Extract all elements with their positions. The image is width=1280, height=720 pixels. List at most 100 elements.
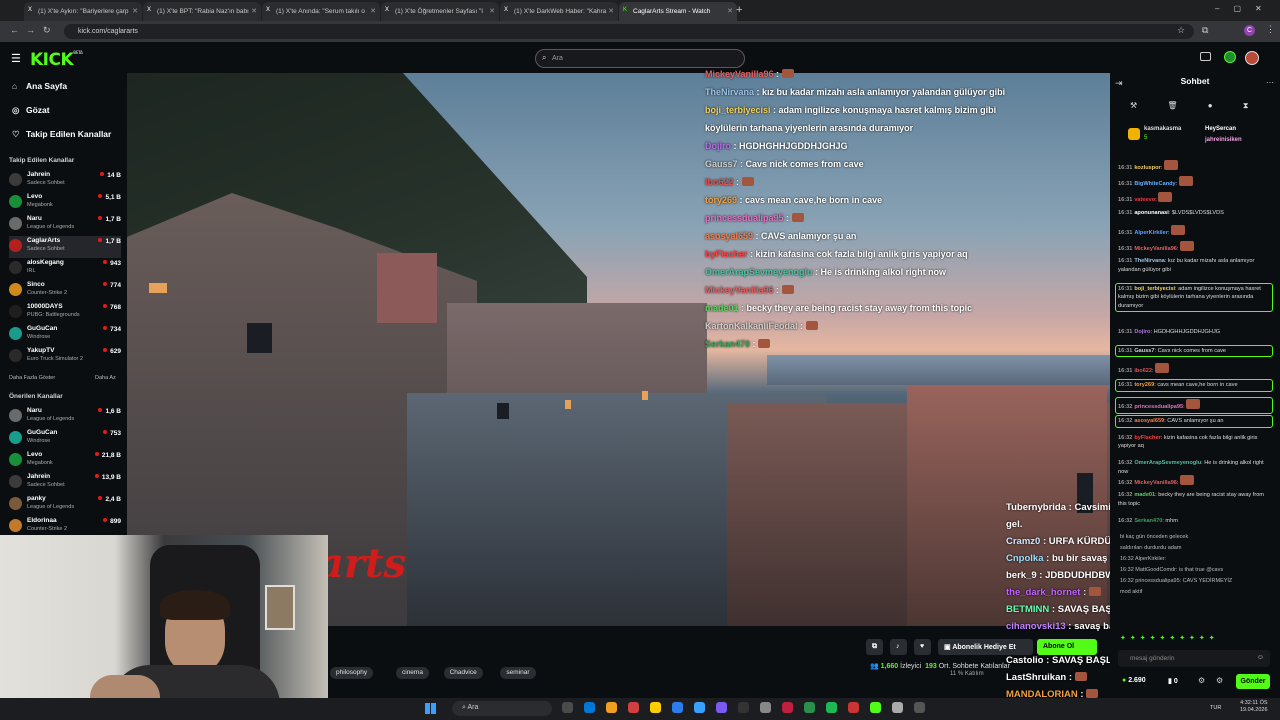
channel-item[interactable]: 10000DAYS PUBG: Battlegrounds 768 — [9, 302, 121, 324]
tab-close-icon[interactable]: ✕ — [251, 7, 257, 15]
taskbar-app-icon[interactable] — [716, 702, 727, 713]
window-controls[interactable]: –▢✕ — [1215, 4, 1276, 13]
taskbar-app-icon[interactable] — [606, 702, 617, 713]
tab-close-icon[interactable]: ✕ — [727, 7, 733, 15]
url-field[interactable]: kick.com/caglararts — [64, 24, 1194, 39]
taskbar-app-icon[interactable] — [804, 702, 815, 713]
channel-item[interactable]: GuGuCan Windrose 753 — [9, 428, 121, 450]
taskbar-clock[interactable]: 4:32:11 ÖS 19.04.2026 — [1240, 700, 1268, 714]
taskbar-app-icon[interactable] — [738, 702, 749, 713]
chat-username[interactable]: made01 — [1134, 492, 1155, 498]
forward-icon[interactable]: → — [26, 25, 35, 35]
browser-tab[interactable]: X (1) X'te DarkWeb Haber: "Kahra ✕ — [500, 2, 618, 21]
points2-display[interactable]: ▮ 0 — [1168, 677, 1178, 685]
chat-username[interactable]: AlperKirkiler — [1134, 230, 1168, 236]
hammer-icon[interactable]: ⚒ — [1130, 101, 1137, 110]
search-input[interactable]: ⌕ Ara — [535, 49, 745, 68]
channel-item[interactable]: Naru League of Legends 1,6 B — [9, 406, 121, 428]
subscribe-button[interactable]: Abone Ol — [1037, 639, 1097, 655]
chat-bubble-icon[interactable]: ● — [1208, 101, 1213, 110]
send-button[interactable]: Gönder — [1236, 674, 1270, 689]
taskbar-app-icon[interactable] — [826, 702, 837, 713]
profile-avatar[interactable]: C — [1244, 25, 1255, 36]
chat-username[interactable]: ibo622 — [1134, 368, 1152, 374]
new-tab-button[interactable]: + — [736, 4, 742, 16]
browser-tab[interactable]: X (1) X'te Anında: "Serum takılı o ✕ — [262, 2, 380, 21]
tab-close-icon[interactable]: ✕ — [608, 7, 614, 15]
tab-close-icon[interactable]: ✕ — [132, 7, 138, 15]
channel-item[interactable]: Sinco Counter-Strike 2 774 — [9, 280, 121, 302]
emoji-icon[interactable]: ☺ — [1257, 654, 1264, 661]
language-indicator[interactable]: TUR — [1210, 705, 1221, 711]
clip-button[interactable]: ⧉ — [866, 639, 883, 655]
chat-username[interactable]: tory269 — [1134, 382, 1154, 388]
chat-menu-icon[interactable]: ⋯ — [1266, 78, 1274, 87]
menu-dots-icon[interactable]: ⋮ — [1266, 24, 1275, 35]
user-avatar[interactable] — [1245, 51, 1259, 65]
taskbar-app-icon[interactable] — [760, 702, 771, 713]
notification-button[interactable]: ♪ — [890, 639, 907, 655]
browser-tab[interactable]: X (1) X'te BPT: "Rabia Naz'ın babı ✕ — [143, 2, 261, 21]
stream-tag[interactable]: Chadvice — [443, 667, 483, 679]
taskbar-app-icon[interactable] — [782, 702, 793, 713]
taskbar-app-icon[interactable] — [848, 702, 859, 713]
browser-tab[interactable]: X (1) X'te Öğretmenler Sayfası "I ✕ — [381, 2, 499, 21]
chat-username[interactable]: MickeyVanilla96 — [1134, 480, 1177, 486]
windows-start-icon[interactable] — [425, 703, 436, 714]
chat-username[interactable]: princessdualipa95 — [1134, 404, 1183, 410]
extensions-icon[interactable]: ⧉ — [1202, 25, 1208, 36]
trash-icon[interactable]: 🗑 — [1167, 101, 1177, 110]
channel-item[interactable]: YakupTV Euro Truck Simulator 2 629 — [9, 346, 121, 368]
channel-item[interactable]: Jahrein Sadece Sohbet 14 B — [9, 170, 121, 192]
taskbar-app-icon[interactable] — [694, 702, 705, 713]
taskbar-app-icon[interactable] — [892, 702, 903, 713]
stream-tag[interactable]: seminar — [500, 667, 536, 679]
stream-tag[interactable]: cinema — [396, 667, 429, 679]
channel-item[interactable]: panky League of Legends 2,4 B — [9, 494, 121, 516]
chat-username[interactable]: Gauss7 — [1134, 348, 1154, 354]
follow-button[interactable]: ♥ — [914, 639, 931, 655]
chat-username[interactable]: byFlscher — [1134, 435, 1160, 441]
chat-username[interactable]: vateevo — [1134, 197, 1155, 203]
taskbar-app-icon[interactable] — [562, 702, 573, 713]
points-display[interactable]: ● 2.690 — [1122, 677, 1146, 684]
taskbar-search[interactable]: ⌕ Ara — [452, 701, 552, 716]
taskbar-app-icon[interactable] — [584, 702, 595, 713]
chat-username[interactable]: aponunanasi — [1134, 210, 1169, 216]
channel-item[interactable]: GuGuCan Windrose 734 — [9, 324, 121, 346]
chat-username[interactable]: Serkan470 — [1134, 518, 1162, 524]
tab-close-icon[interactable]: ✕ — [489, 7, 495, 15]
channel-item[interactable]: alosKegang IRL 943 — [9, 258, 121, 280]
chat-username[interactable]: kozluspor — [1134, 165, 1160, 171]
hamburger-icon[interactable]: ☰ — [11, 52, 21, 65]
browser-tab[interactable]: K CaglarArts Stream - Watch ✕ — [619, 2, 737, 21]
chat-username[interactable]: BigWhiteCandy — [1134, 181, 1175, 187]
back-icon[interactable]: ← — [10, 25, 19, 35]
channel-item[interactable]: Levo Megabonk 21,8 B — [9, 450, 121, 472]
chat-username[interactable]: asosyal659 — [1134, 418, 1164, 424]
channel-item[interactable]: Levo Megabonk 5,1 B — [9, 192, 121, 214]
chat-username[interactable]: TheNirvana — [1134, 258, 1164, 264]
hourglass-icon[interactable]: ⧗ — [1243, 101, 1249, 110]
taskbar-app-icon[interactable] — [672, 702, 683, 713]
chat-username[interactable]: MickeyVanilla96 — [1134, 246, 1177, 252]
show-less-link[interactable]: Daha Az — [95, 375, 116, 381]
chat-message-input[interactable]: mesaj gönderin ☺ — [1118, 650, 1270, 667]
stream-tag[interactable]: philosophy — [330, 667, 374, 679]
chat-username[interactable]: OmerArapSevmeyenoglu — [1134, 460, 1201, 466]
channel-item[interactable]: Naru League of Legends 1,7 B — [9, 214, 121, 236]
taskbar-app-icon[interactable] — [870, 702, 881, 713]
show-more-link[interactable]: Daha Fazla Göster — [9, 375, 55, 381]
browser-tab[interactable]: X (1) X'te Aykırı: "Bariyerlere çarp ✕ — [24, 2, 142, 21]
sidebar-nav-home[interactable]: ⌂ Ana Sayfa — [12, 81, 67, 91]
kick-coin-icon[interactable] — [1224, 51, 1236, 63]
tab-close-icon[interactable]: ✕ — [370, 7, 376, 15]
sidebar-nav-heart[interactable]: ♡ Takip Edilen Kanallar — [12, 129, 111, 140]
sidebar-nav-compass[interactable]: ◎ Gözat — [12, 105, 50, 116]
wallet-icon[interactable] — [1200, 52, 1211, 61]
channel-item[interactable]: Jahrein Sadece Sohbet 13,9 B — [9, 472, 121, 494]
chat-settings-icon[interactable]: ⚙ — [1198, 676, 1205, 685]
gift-subscription-button[interactable]: ▣ Abonelik Hediye Et — [938, 639, 1033, 655]
chat-username[interactable]: Dojiro — [1134, 329, 1150, 335]
emote-bar[interactable]: ✦✦✦✦✦✦✦✦✦✦ — [1120, 634, 1270, 642]
